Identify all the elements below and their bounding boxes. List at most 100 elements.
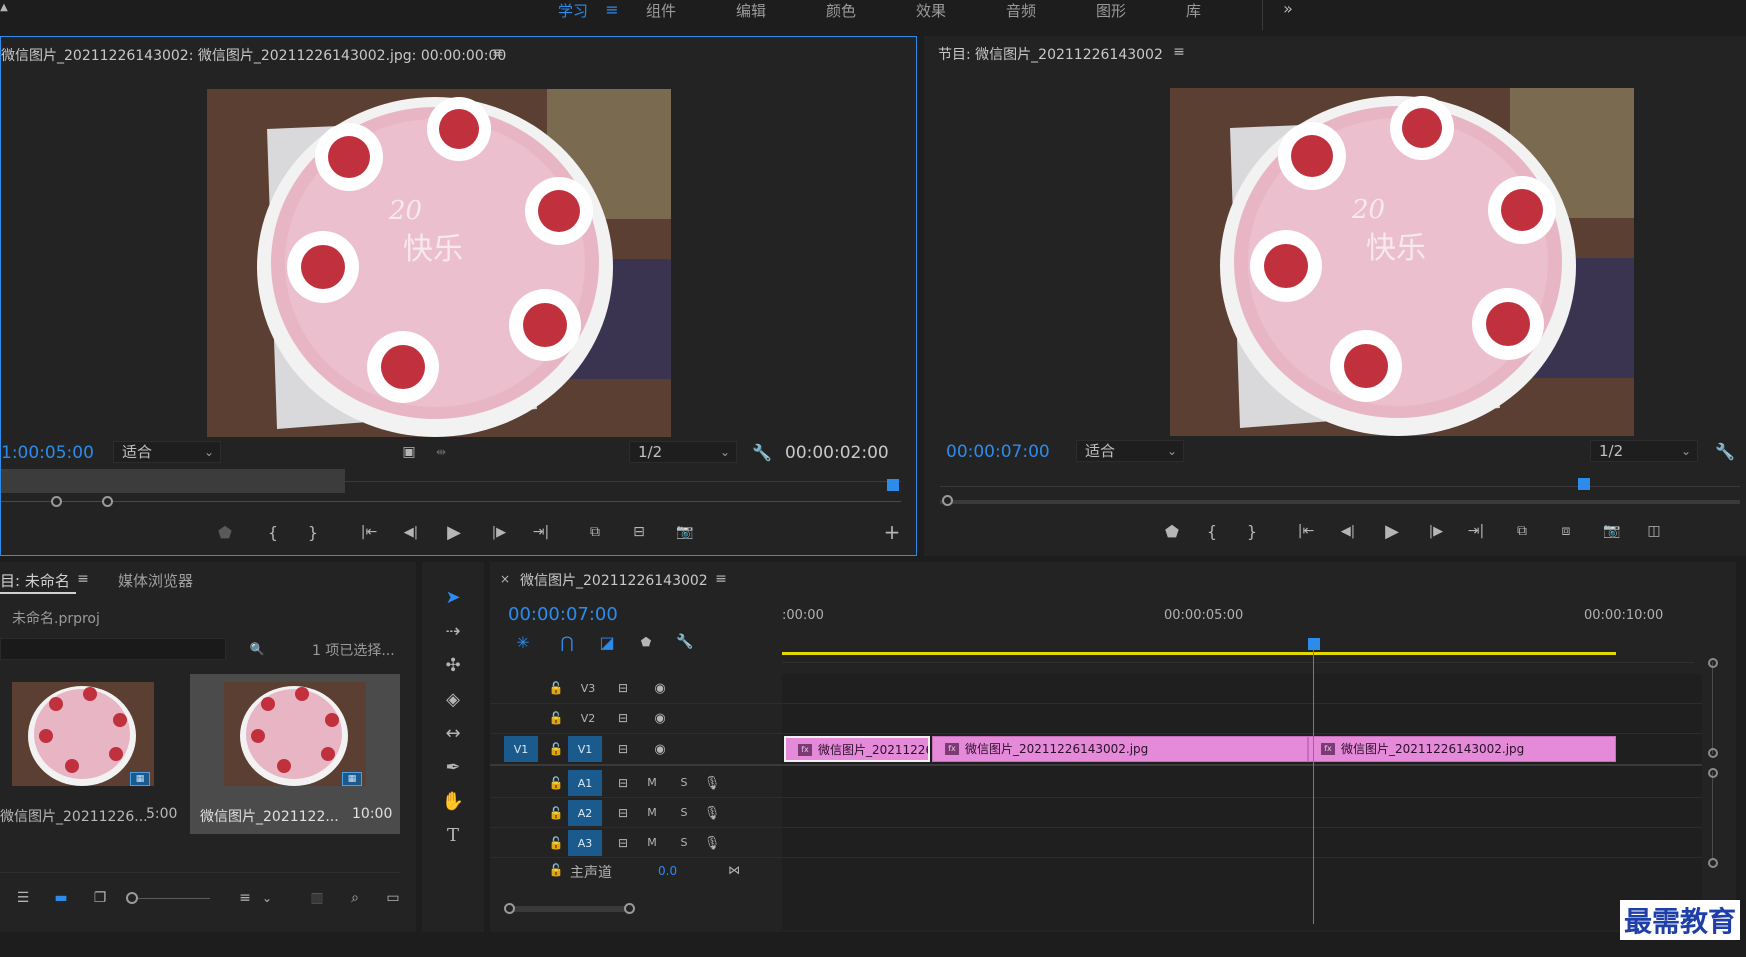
find-icon[interactable]: ⌕	[344, 888, 366, 908]
zoom-slider-handle[interactable]	[126, 892, 138, 904]
zoom-handle-left[interactable]	[504, 903, 515, 914]
clip-3[interactable]: fx 微信图片_20211226143002.jpg	[1308, 736, 1616, 762]
export-frame-icon[interactable]: ▣	[399, 442, 419, 462]
tab-graphics[interactable]: 图形	[1096, 0, 1126, 21]
search-bin-icon[interactable]: 🔍	[246, 639, 268, 659]
project-item[interactable]: ▦ 微信图片_20211226... 5:00	[0, 674, 186, 834]
pen-tool-icon[interactable]: ✒	[438, 754, 468, 780]
hamburger-icon[interactable]: ≡	[604, 0, 620, 19]
razor-tool-icon[interactable]: ◈	[438, 686, 468, 712]
wrench-icon[interactable]: 🔧	[751, 441, 773, 463]
source-resolution-select[interactable]: 1/2 ⌄	[629, 441, 737, 463]
scroll-handle[interactable]	[1708, 858, 1718, 868]
source-timecode-left[interactable]: 1:00:05:00	[1, 443, 94, 463]
mark-in-icon[interactable]: {	[1202, 520, 1222, 542]
insert-icon[interactable]: ⧉	[583, 521, 607, 543]
solo-button[interactable]: S	[674, 806, 694, 819]
zoom-handle-right[interactable]	[102, 496, 113, 507]
tab-libraries[interactable]: 库	[1186, 0, 1201, 21]
lock-icon[interactable]: 🔓	[548, 738, 564, 760]
go-to-out-icon[interactable]: ⇥|	[529, 521, 553, 543]
type-tool-icon[interactable]: T	[438, 822, 468, 848]
new-bin-icon[interactable]: ▭	[382, 888, 404, 908]
lock-icon[interactable]: 🔓	[548, 708, 564, 728]
camera-icon[interactable]: 📷	[1600, 520, 1624, 542]
sort-icons-icon[interactable]: ≡	[234, 888, 256, 908]
track-target-v1[interactable]: V1	[568, 736, 602, 762]
sync-lock-icon[interactable]: ⊟	[614, 678, 632, 698]
lift-icon[interactable]: ⧉	[1510, 520, 1534, 542]
timeline-timecode[interactable]: 00:00:07:00	[508, 604, 618, 625]
tab-effects[interactable]: 效果	[916, 0, 946, 21]
panel-menu-icon[interactable]: ≡	[714, 570, 728, 588]
solo-button[interactable]: S	[674, 776, 694, 789]
step-back-icon[interactable]: ◀|	[1338, 520, 1358, 542]
step-back-icon[interactable]: ◀|	[401, 521, 421, 543]
lock-icon[interactable]: 🔓	[548, 832, 564, 854]
microphone-icon[interactable]: 🎙	[702, 772, 722, 794]
panel-menu-icon[interactable]: ≡	[491, 45, 505, 61]
extract-icon[interactable]: ⧈	[1554, 520, 1578, 542]
program-scrub-ruler[interactable]	[940, 486, 1740, 487]
scroll-handle[interactable]	[1708, 768, 1718, 778]
master-volume[interactable]: 0.0	[658, 864, 677, 878]
mute-button[interactable]: M	[642, 806, 662, 819]
chevron-down-icon[interactable]: ⌄	[260, 888, 274, 908]
bowtie-icon[interactable]: ⋈	[724, 860, 744, 880]
mute-button[interactable]: M	[642, 836, 662, 849]
zoom-handle-left[interactable]	[51, 496, 62, 507]
program-zoom-bar[interactable]	[940, 500, 1740, 504]
clip-1[interactable]: fx 微信图片_20211226	[784, 736, 930, 762]
slip-tool-icon[interactable]: ↔	[438, 720, 468, 746]
add-marker-icon[interactable]: ⬟	[636, 632, 656, 652]
tab-assembly[interactable]: 组件	[646, 0, 676, 21]
hand-tool-icon[interactable]: ✋	[438, 788, 468, 814]
lock-icon[interactable]: 🔓	[548, 802, 564, 824]
mark-in-icon[interactable]: {	[263, 521, 283, 543]
sync-lock-icon[interactable]: ⊟	[614, 708, 632, 728]
track-target-a2[interactable]: A2	[568, 800, 602, 826]
sequence-tab[interactable]: 微信图片_20211226143002	[520, 570, 708, 590]
panel-menu-icon[interactable]: ≡	[76, 570, 90, 588]
source-zoom-select[interactable]: 适合 ⌄	[113, 441, 221, 463]
lock-icon[interactable]: 🔓	[548, 772, 564, 794]
work-area-bar[interactable]	[782, 652, 1616, 655]
track-select-tool-icon[interactable]: ⇢	[438, 618, 468, 644]
timeline-zoom-bar[interactable]	[510, 906, 630, 912]
mute-button[interactable]: M	[642, 776, 662, 789]
play-icon[interactable]: ▶	[444, 521, 464, 543]
sync-lock-icon[interactable]: ⊟	[614, 802, 632, 824]
zoom-handle-left[interactable]	[942, 495, 953, 506]
track-target-a3[interactable]: A3	[568, 830, 602, 856]
comparison-view-icon[interactable]: ◫	[1642, 520, 1666, 542]
vertical-scroll-video[interactable]	[1712, 662, 1713, 754]
tab-media-browser[interactable]: 媒体浏览器	[118, 570, 193, 591]
play-icon[interactable]: ▶	[1382, 520, 1402, 542]
source-playhead[interactable]	[887, 479, 899, 491]
timeline-ruler[interactable]: :00:00 00:00:05:00 00:00:10:00	[782, 602, 1702, 642]
linked-selection-icon[interactable]: ◪	[596, 632, 618, 652]
program-resolution-select[interactable]: 1/2 ⌄	[1590, 440, 1698, 462]
add-button-icon[interactable]: +	[881, 520, 903, 544]
overwrite-icon[interactable]: ⊟	[627, 521, 651, 543]
nest-icon[interactable]: ✳	[512, 632, 534, 652]
clip-2[interactable]: fx 微信图片_20211226143002.jpg	[932, 736, 1308, 762]
step-forward-icon[interactable]: |▶	[1426, 520, 1446, 542]
microphone-icon[interactable]: 🎙	[702, 832, 722, 854]
step-forward-icon[interactable]: |▶	[489, 521, 509, 543]
wrench-icon[interactable]: 🔧	[674, 632, 696, 652]
mark-out-icon[interactable]: }	[1242, 520, 1262, 542]
overwrite-drag-icon[interactable]: ⇹	[431, 442, 451, 462]
source-zoom-bar[interactable]	[1, 501, 901, 502]
panel-menu-icon[interactable]: ≡	[1172, 44, 1186, 60]
add-marker-icon[interactable]: ⬟	[215, 521, 235, 543]
go-to-in-icon[interactable]: |⇤	[357, 521, 381, 543]
mark-out-icon[interactable]: }	[303, 521, 323, 543]
ripple-edit-tool-icon[interactable]: ✣	[438, 652, 468, 678]
add-marker-icon[interactable]: ⬟	[1162, 520, 1182, 542]
zoom-slider[interactable]	[134, 898, 210, 899]
source-patch-v1[interactable]: V1	[504, 736, 538, 762]
tab-audio[interactable]: 音频	[1006, 0, 1036, 21]
double-chevron-right-icon[interactable]: »	[1278, 0, 1298, 18]
sync-lock-icon[interactable]: ⊟	[614, 832, 632, 854]
